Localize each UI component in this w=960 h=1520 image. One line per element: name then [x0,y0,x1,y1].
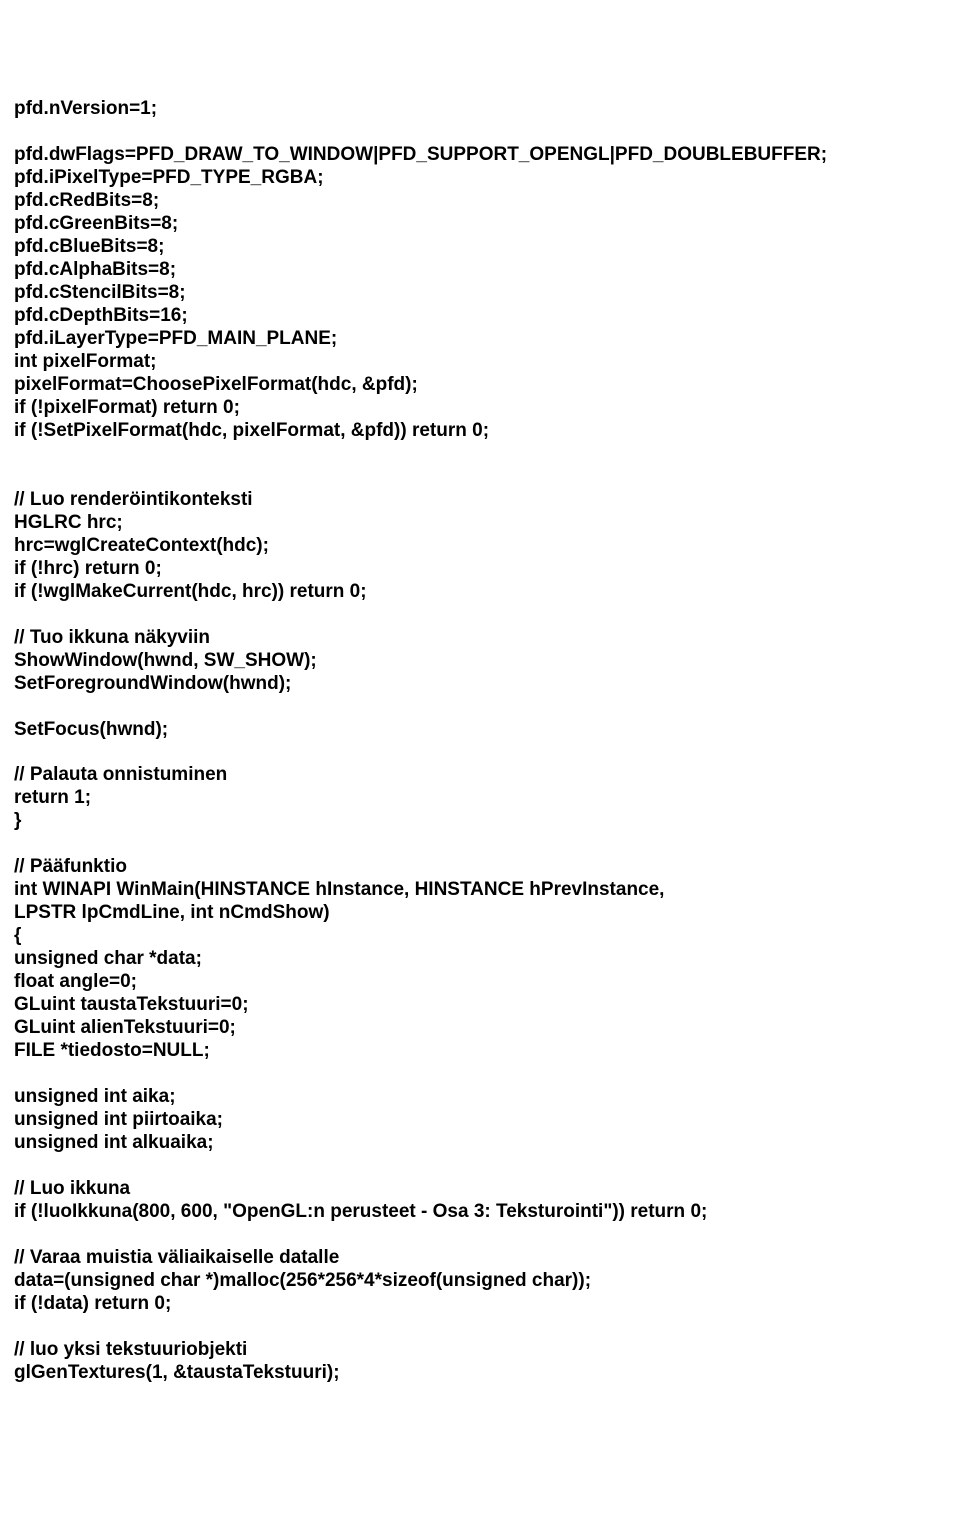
code-listing: pfd.nVersion=1; pfd.dwFlags=PFD_DRAW_TO_… [14,98,960,1385]
